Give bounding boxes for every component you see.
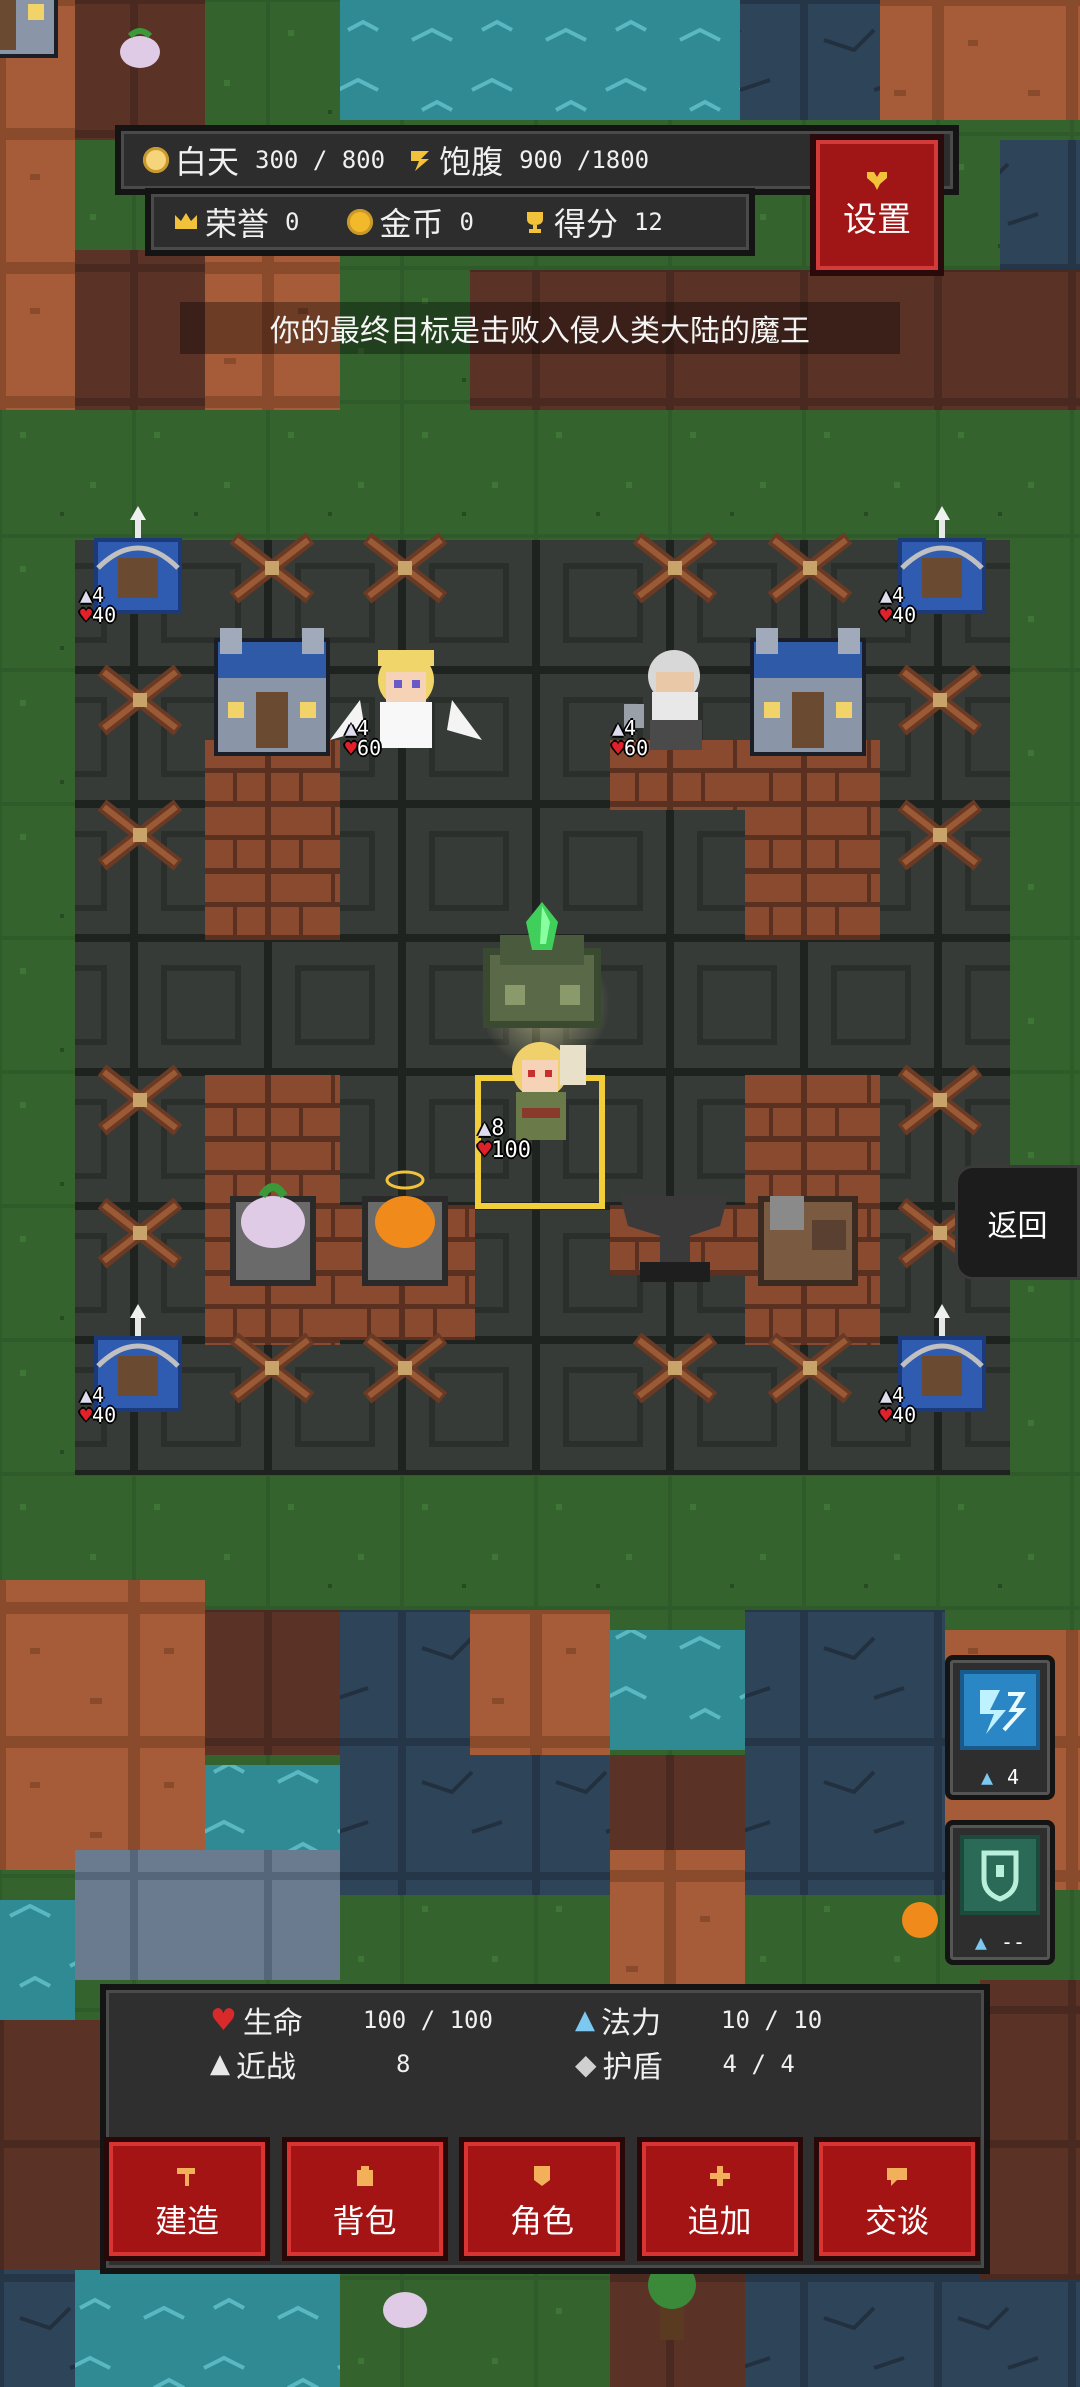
shield-label: 护盾 bbox=[602, 2050, 663, 2085]
angel-badge: ▲4 ♥60 bbox=[345, 716, 382, 760]
action-bar: 建造 背包 角色 追加 交谈 bbox=[104, 2137, 980, 2261]
back-button[interactable]: 返回 bbox=[955, 1165, 1080, 1280]
add-button[interactable]: 追加 bbox=[636, 2137, 803, 2261]
coin-icon bbox=[347, 209, 374, 235]
turret-badge-top-right: ▲4 ♥40 bbox=[880, 583, 917, 627]
turret-hp: 40 bbox=[92, 1403, 117, 1427]
melee-value: 8 bbox=[396, 2050, 411, 2078]
turret-hp: 40 bbox=[892, 603, 917, 627]
day-stat: 白天 300 / 800 bbox=[143, 137, 385, 183]
shield-value: 4 / 4 bbox=[722, 2050, 795, 2078]
character-icon bbox=[534, 2166, 550, 2186]
melee-stat: ▲ 近战 8 bbox=[210, 2042, 526, 2086]
hero-hp: 100 bbox=[491, 1138, 531, 1163]
score-label: 得分 bbox=[553, 205, 618, 243]
life-stat: ♥ 生命 100 / 100 bbox=[210, 1998, 533, 2042]
gold-value: 0 bbox=[459, 208, 474, 236]
shield-icon: ◆ bbox=[575, 2047, 597, 2081]
turret-badge-top-left: ▲4 ♥40 bbox=[80, 583, 117, 627]
build-button[interactable]: 建造 bbox=[104, 2137, 270, 2261]
lightning-skill-slot[interactable]: ▲ 4 bbox=[945, 1655, 1055, 1800]
hammer-icon bbox=[177, 2168, 195, 2186]
day-value: 300 / 800 bbox=[255, 146, 386, 174]
bag-icon bbox=[356, 2166, 373, 2186]
satiety-label: 饱腹 bbox=[439, 143, 504, 181]
lightning-skill-count-row: ▲ 4 bbox=[950, 1765, 1050, 1789]
character-label: 角色 bbox=[509, 2202, 574, 2240]
score-stat: 得分 12 bbox=[522, 199, 663, 245]
shield-skill-count-row: ▲ -- bbox=[950, 1930, 1050, 1954]
talk-icon bbox=[887, 2168, 907, 2186]
game-screen: 白天 300 / 800 饱腹 900 /1800 荣誉 0 金币 0 得分 1… bbox=[0, 0, 1080, 2387]
trophy-icon bbox=[526, 212, 543, 233]
sword-icon: ▲ bbox=[210, 2049, 230, 2079]
mana-stat: ▲ 法力 10 / 10 bbox=[575, 1998, 891, 2042]
sun-icon bbox=[143, 147, 169, 173]
honor-label: 荣誉 bbox=[205, 205, 270, 243]
bag-button[interactable]: 背包 bbox=[281, 2137, 448, 2261]
hero-badge: ▲8 ♥100 bbox=[478, 1116, 531, 1163]
shield-skill-count: -- bbox=[1000, 1930, 1026, 1954]
score-value: 12 bbox=[633, 208, 663, 236]
goal-banner: 你的最终目标是击败入侵人类大陆的魔王 bbox=[180, 302, 900, 354]
life-label: 生命 bbox=[242, 2006, 303, 2041]
drumstick-icon bbox=[411, 151, 430, 171]
talk-label: 交谈 bbox=[864, 2202, 929, 2240]
turret-badge-bottom-right: ▲4 ♥40 bbox=[880, 1383, 917, 1427]
turret-badge-bottom-left: ▲4 ♥40 bbox=[80, 1383, 117, 1427]
character-button[interactable]: 角色 bbox=[459, 2137, 625, 2261]
build-label: 建造 bbox=[154, 2202, 219, 2240]
turret-hp: 40 bbox=[92, 603, 117, 627]
talk-button[interactable]: 交谈 bbox=[814, 2137, 980, 2261]
angel-hp: 60 bbox=[357, 736, 382, 760]
honor-value: 0 bbox=[285, 208, 300, 236]
shield-stat: ◆ 护盾 4 / 4 bbox=[575, 2042, 893, 2086]
life-value: 100 / 100 bbox=[362, 2006, 493, 2034]
heart-icon: ♥ bbox=[210, 2002, 237, 2038]
add-label: 追加 bbox=[687, 2202, 752, 2240]
bag-label: 背包 bbox=[332, 2202, 397, 2240]
mana-label: 法力 bbox=[601, 2006, 661, 2041]
lightning-skill-icon bbox=[960, 1670, 1040, 1750]
turret-hp: 40 bbox=[892, 1403, 917, 1427]
settings-label: 设置 bbox=[843, 199, 911, 240]
melee-label: 近战 bbox=[236, 2050, 296, 2085]
crown-icon bbox=[175, 213, 197, 229]
elder-hp: 60 bbox=[624, 736, 649, 760]
gold-stat: 金币 0 bbox=[347, 199, 474, 245]
mana-potion-icon: ▲ bbox=[575, 2005, 595, 2035]
mana-value: 10 / 10 bbox=[721, 2006, 823, 2034]
elder-badge: ▲4 ♥60 bbox=[612, 716, 649, 760]
potion-icon: ▲ bbox=[974, 1930, 987, 1954]
shield-skill-slot[interactable]: ▲ -- bbox=[945, 1820, 1055, 1965]
day-label: 白天 bbox=[175, 143, 240, 181]
settings-icon bbox=[867, 171, 887, 190]
plus-icon bbox=[709, 2166, 730, 2186]
settings-button[interactable]: 设置 bbox=[810, 134, 944, 276]
satiety-value: 900 /1800 bbox=[519, 146, 650, 174]
honor-gold-score-bar: 荣誉 0 金币 0 得分 12 bbox=[145, 188, 755, 256]
lightning-skill-count: 4 bbox=[1007, 1765, 1020, 1789]
shield-skill-icon bbox=[960, 1835, 1040, 1915]
honor-stat: 荣誉 0 bbox=[173, 199, 299, 245]
potion-icon: ▲ bbox=[980, 1765, 993, 1789]
satiety-stat: 饱腹 900 /1800 bbox=[407, 137, 649, 183]
gold-label: 金币 bbox=[379, 205, 444, 243]
back-label: 返回 bbox=[987, 1208, 1048, 1244]
